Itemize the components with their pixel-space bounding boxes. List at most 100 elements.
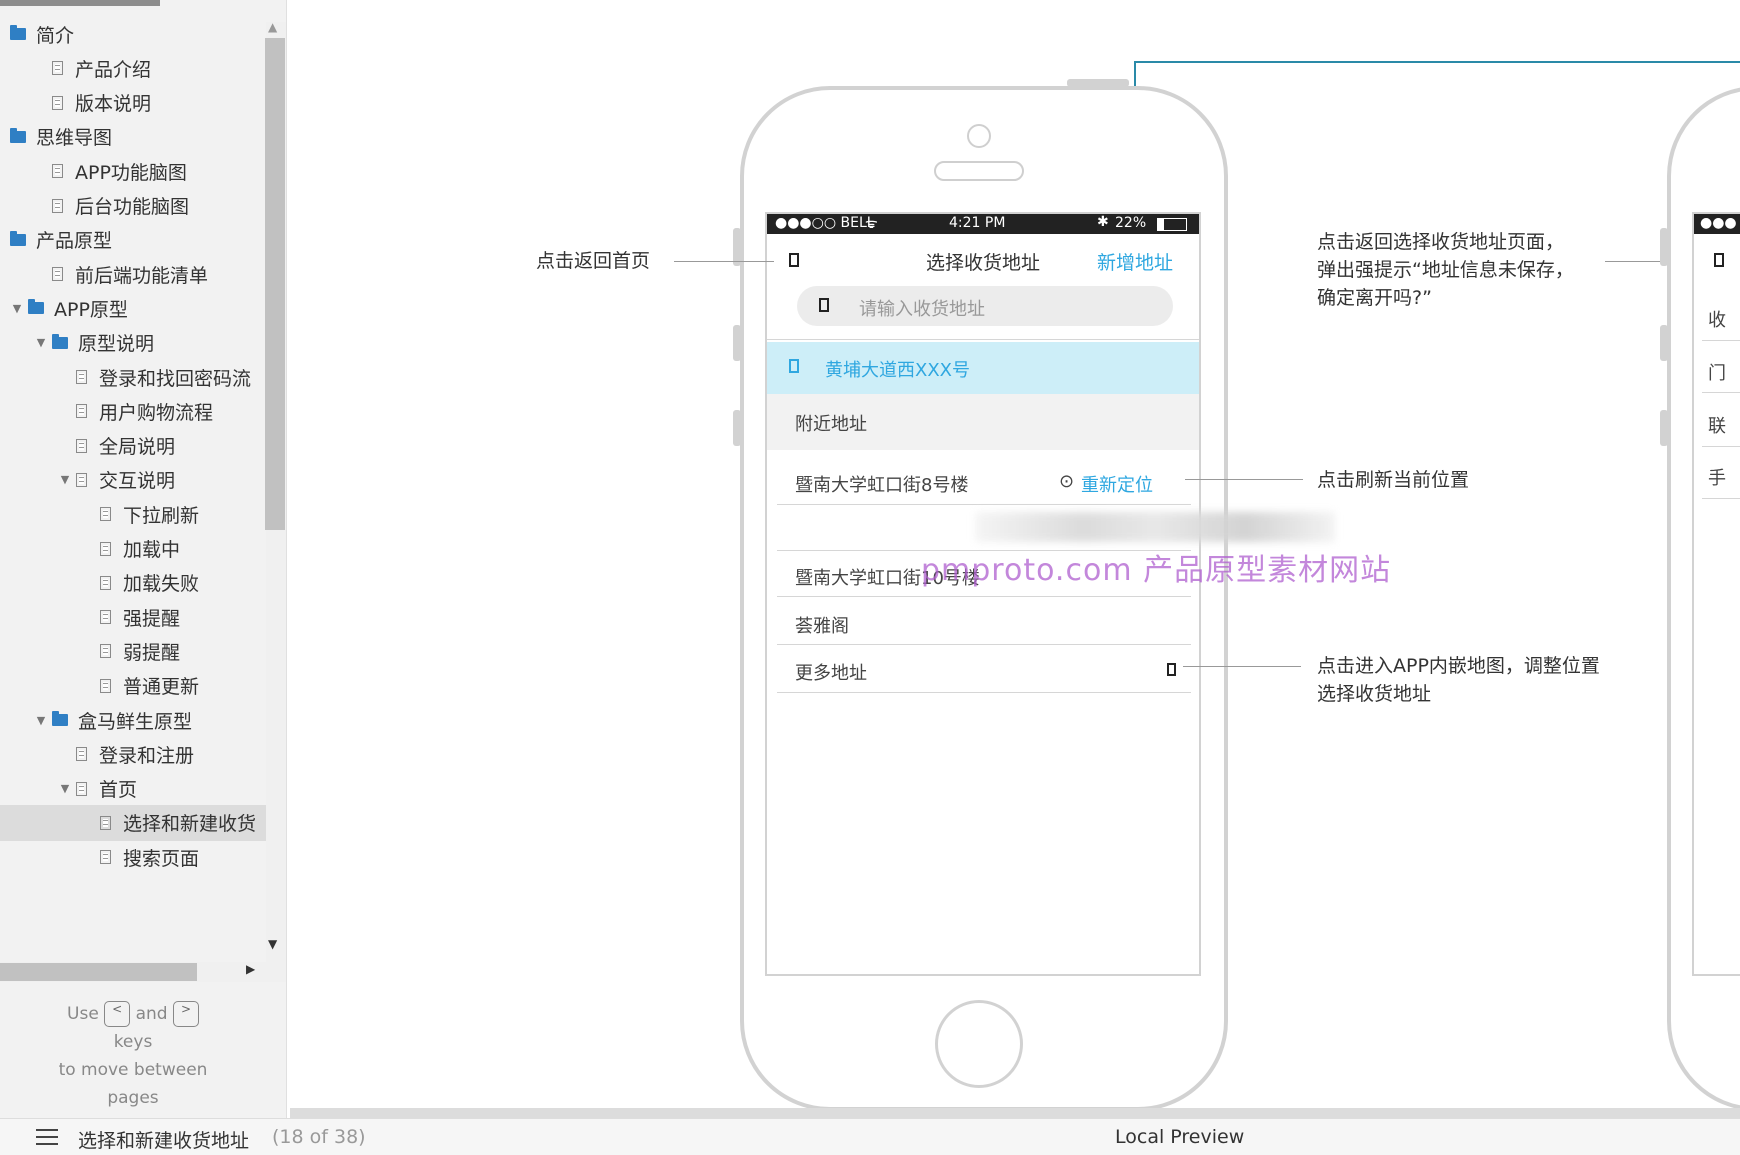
sidebar-item[interactable]: 加载失败 — [0, 565, 266, 601]
sidebar-item[interactable]: 产品介绍 — [0, 50, 266, 86]
page-icon — [52, 95, 63, 110]
sidebar-horizontal-scroll-thumb[interactable] — [0, 963, 197, 981]
sidebar-item[interactable]: 弱提醒 — [0, 633, 266, 669]
page-icon — [100, 541, 111, 556]
footer-bar — [0, 1118, 1740, 1155]
sidebar-item[interactable]: 强提醒 — [0, 599, 266, 635]
sidebar-item-label: 前后端功能清单 — [75, 264, 209, 287]
row-divider — [777, 692, 1191, 693]
sidebar-item[interactable]: 登录和注册 — [0, 736, 266, 772]
second-phone-status-bar: ●●● — [1694, 214, 1740, 234]
sidebar-item[interactable]: 全局说明 — [0, 428, 266, 464]
annotation-map-line1: 点击进入APP内嵌地图，调整位置 — [1317, 655, 1600, 677]
phone-camera-icon — [967, 124, 991, 148]
sidebar-item[interactable]: 产品原型 — [0, 222, 266, 258]
second-back-button[interactable] — [1714, 253, 1724, 267]
current-address-row[interactable]: 黄埔大道西XXX号 — [767, 342, 1199, 394]
current-page-title: 选择和新建收货地址 — [78, 1130, 250, 1152]
annotation-back-confirm: 点击返回选择收货地址页面， 弹出强提示“地址信息未保存， 确定离开吗?” — [1317, 228, 1574, 312]
expand-arrow-icon[interactable]: ▼ — [10, 302, 24, 315]
battery-icon — [1157, 218, 1187, 231]
row-divider — [777, 504, 1191, 505]
sidebar-item[interactable]: 思维导图 — [0, 119, 266, 155]
sidebar-item[interactable]: ▼ APP原型 — [0, 290, 266, 326]
sidebar-item-label: 产品介绍 — [75, 58, 152, 81]
chevron-right-icon[interactable] — [1167, 663, 1176, 676]
relocate-button[interactable]: 重新定位 — [1081, 471, 1153, 497]
expand-arrow-icon[interactable]: ▼ — [58, 473, 72, 486]
help-and: and — [135, 1004, 168, 1024]
scroll-right-arrow-icon[interactable]: ▶ — [246, 962, 255, 976]
local-preview-label: Local Preview — [1115, 1126, 1245, 1148]
phone-speaker — [934, 161, 1024, 181]
sidebar-item-label: 版本说明 — [75, 93, 152, 116]
page-icon — [100, 575, 111, 590]
folder-icon — [52, 333, 68, 349]
locate-target-icon[interactable]: ⊙ — [1059, 471, 1074, 492]
more-addresses[interactable]: 更多地址 — [795, 659, 867, 685]
new-address-button[interactable]: 新增地址 — [1097, 248, 1173, 275]
sidebar-item-label: 简介 — [36, 24, 75, 47]
sidebar-item[interactable]: 加载中 — [0, 531, 266, 567]
second-phone-screen: ●●● 收 门 联 手 — [1692, 212, 1740, 976]
sidebar-item[interactable]: 下拉刷新 — [0, 496, 266, 532]
sidebar-item[interactable]: 普通更新 — [0, 668, 266, 704]
blurred-redaction — [975, 512, 1335, 542]
next-key-icon: > — [172, 1001, 199, 1027]
sidebar-item[interactable]: ▼ 盒马鲜生原型 — [0, 702, 266, 738]
scroll-down-arrow-icon[interactable]: ▼ — [268, 937, 277, 951]
annotation-back-confirm-line3: 确定离开吗?” — [1317, 287, 1432, 309]
sidebar-item-label: 登录和注册 — [99, 744, 195, 767]
wifi-icon: ᯤ — [865, 216, 878, 232]
sidebar-item-label: 强提醒 — [123, 607, 181, 630]
sidebar-item[interactable]: ▼ 首页 — [0, 771, 266, 807]
sidebar-item-label: 加载中 — [123, 539, 181, 561]
sidebar-item[interactable]: ▼ 原型说明 — [0, 325, 266, 361]
sidebar-item[interactable]: 后台功能脑图 — [0, 188, 266, 224]
folder-icon — [10, 25, 26, 40]
row-divider — [777, 596, 1191, 597]
folder-icon — [52, 711, 68, 726]
row-divider — [1702, 446, 1740, 447]
address-search-input[interactable]: 请输入收货地址 — [797, 286, 1173, 326]
menu-icon[interactable] — [36, 1129, 58, 1145]
folder-icon — [10, 230, 26, 246]
sidebar-item[interactable]: 搜索页面 — [0, 839, 266, 875]
nearby-section-header: 附近地址 — [767, 394, 1199, 450]
sidebar-item[interactable]: 选择和新建收货 — [0, 804, 266, 841]
sidebar-item-label: 后台功能脑图 — [75, 196, 190, 218]
sidebar-item[interactable]: APP功能脑图 — [0, 153, 266, 189]
annotation-map: 点击进入APP内嵌地图，调整位置 选择收货地址 — [1317, 652, 1600, 708]
help-use: Use — [67, 1004, 99, 1024]
sidebar-item-label: 登录和找回密码流 — [99, 367, 252, 390]
sidebar-item-label: 交互说明 — [99, 470, 176, 493]
scroll-up-arrow-icon[interactable]: ▲ — [268, 20, 277, 34]
expand-arrow-icon[interactable]: ▼ — [34, 336, 48, 349]
page-icon — [76, 404, 87, 419]
expand-arrow-icon[interactable]: ▼ — [34, 714, 48, 727]
sidebar-item[interactable]: ▼ 交互说明 — [0, 462, 266, 498]
help-line3: to move between — [58, 1060, 208, 1080]
nearby-address-3[interactable]: 荟雅阁 — [795, 612, 849, 638]
sidebar-vertical-scroll-thumb[interactable] — [265, 38, 285, 530]
sidebar-top-strip — [0, 0, 160, 6]
page-icon — [76, 370, 87, 384]
phone-home-button[interactable] — [935, 1000, 1023, 1088]
row-divider — [1702, 498, 1740, 499]
phone-status-bar: ●●●○○ BELL ᯤ 4:21 PM ✱ 22% — [767, 214, 1199, 234]
second-phone-volume-down — [1660, 410, 1668, 446]
sidebar-item[interactable]: 登录和找回密码流 — [0, 359, 266, 395]
sidebar-item-label: 普通更新 — [123, 676, 200, 699]
sidebar-item[interactable]: 简介 — [0, 16, 266, 52]
phone-power-button — [1067, 79, 1129, 87]
nearby-address-1[interactable]: 暨南大学虹口街8号楼 — [795, 471, 968, 497]
sidebar-item-label: 搜索页面 — [123, 847, 200, 870]
sidebar-item-label: APP功能脑图 — [75, 161, 187, 184]
sidebar-item[interactable]: 用户购物流程 — [0, 393, 266, 429]
leader-map — [1183, 666, 1301, 667]
sidebar-item[interactable]: 前后端功能清单 — [0, 256, 266, 292]
sidebar-item-label: APP原型 — [54, 298, 128, 321]
sidebar-item[interactable]: 版本说明 — [0, 85, 266, 121]
expand-arrow-icon[interactable]: ▼ — [58, 782, 72, 795]
sidebar-item-label: 用户购物流程 — [99, 401, 214, 424]
